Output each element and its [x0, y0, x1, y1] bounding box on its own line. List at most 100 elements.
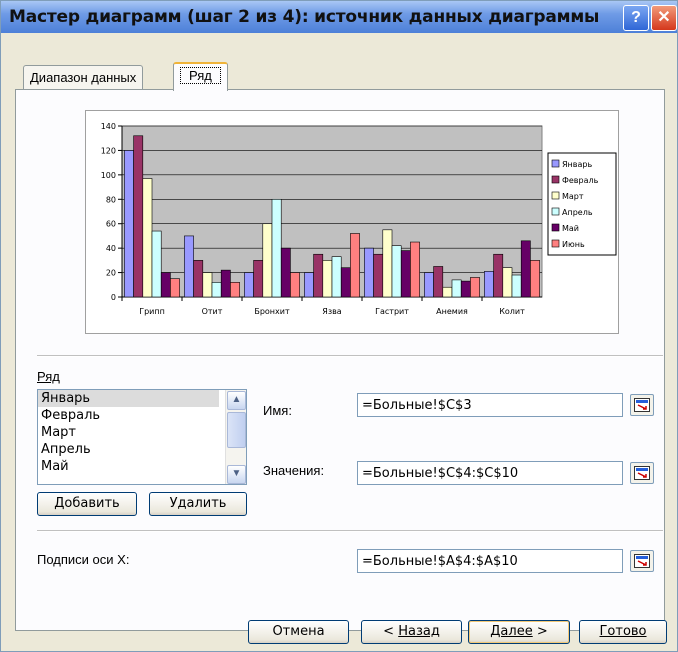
bar — [424, 272, 434, 298]
bar — [280, 247, 291, 298]
bar — [331, 256, 342, 298]
bar — [253, 260, 264, 298]
name-label: Имя: — [263, 403, 292, 418]
legend-swatch — [551, 223, 560, 232]
bar — [400, 250, 411, 298]
x-tick-label: Колит — [499, 307, 525, 316]
bar — [373, 253, 384, 298]
bar — [290, 272, 300, 298]
next-button-label: Далее — [490, 624, 533, 639]
next-button[interactable]: Далее > — [468, 620, 570, 644]
bar — [502, 267, 513, 298]
bar — [133, 135, 144, 298]
bar — [460, 280, 471, 298]
legend-label: Июнь — [562, 240, 585, 249]
bar — [442, 286, 453, 298]
bar — [193, 260, 204, 298]
help-button[interactable]: ? — [623, 5, 649, 31]
legend-label: Февраль — [562, 176, 599, 185]
legend-swatch — [551, 175, 560, 184]
series-list-item[interactable]: Февраль — [38, 407, 219, 424]
bar — [382, 229, 393, 298]
separator-bottom — [37, 530, 663, 532]
range-select-icon — [634, 398, 650, 412]
title-bar[interactable]: Мастер диаграмм (шаг 2 из 4): источник д… — [1, 1, 677, 33]
legend-swatch — [551, 239, 560, 248]
chart-wizard-window: Мастер диаграмм (шаг 2 из 4): источник д… — [0, 0, 678, 652]
y-tick-label: 60 — [106, 220, 116, 229]
x-tick-label: Бронхит — [254, 307, 290, 316]
range-select-icon — [634, 554, 650, 568]
cancel-button[interactable]: Отмена — [248, 620, 349, 644]
bar — [304, 272, 314, 298]
values-collapse-button[interactable] — [630, 462, 654, 484]
bar — [202, 272, 213, 298]
back-button[interactable]: < Назад — [361, 620, 462, 644]
finish-button-label: Готово — [599, 624, 647, 639]
bar — [391, 245, 402, 298]
series-list-items: Январь Февраль Март Апрель Май — [38, 390, 246, 475]
legend-swatch — [551, 191, 560, 200]
legend-label: Апрель — [562, 208, 593, 217]
y-tick-label: 140 — [101, 122, 116, 131]
tab-data-range[interactable]: Диапазон данных — [23, 65, 144, 90]
x-tick-label: Грипп — [139, 307, 165, 316]
x-tick-label: Анемия — [436, 307, 468, 316]
bar — [410, 241, 420, 298]
tab-series[interactable]: Ряд — [173, 62, 228, 91]
name-collapse-button[interactable] — [630, 394, 654, 416]
bar — [511, 274, 522, 298]
tab-series-label: Ряд — [180, 67, 221, 84]
series-list-item[interactable]: Январь — [38, 390, 219, 407]
x-tick-label: Отит — [202, 307, 223, 316]
bar — [350, 233, 360, 298]
x-labels-field[interactable]: =Больные!$A$4:$A$10 — [357, 549, 623, 573]
bar — [322, 260, 333, 298]
remove-series-button[interactable]: Удалить — [149, 492, 247, 516]
legend-swatch — [551, 207, 560, 216]
bar — [184, 235, 194, 298]
bar — [160, 272, 171, 298]
bar — [151, 230, 162, 298]
bar — [262, 223, 273, 298]
scroll-thumb[interactable] — [227, 412, 246, 448]
bar — [451, 279, 462, 298]
legend-label: Январь — [562, 160, 592, 169]
scroll-down-button[interactable]: ▼ — [227, 465, 246, 484]
bar — [530, 260, 540, 298]
y-tick-label: 80 — [106, 195, 116, 204]
bar — [124, 150, 134, 298]
bar — [313, 253, 324, 298]
bar — [340, 267, 351, 298]
series-list-item[interactable]: Апрель — [38, 441, 219, 458]
series-heading: Ряд — [37, 369, 60, 384]
series-list-scrollbar[interactable]: ▲ ▼ — [225, 390, 246, 484]
bar — [142, 178, 153, 298]
values-field[interactable]: =Больные!$C$4:$C$10 — [357, 461, 623, 485]
bar — [230, 282, 240, 298]
x-labels-collapse-button[interactable] — [630, 550, 654, 572]
values-label: Значения: — [263, 463, 325, 478]
bar — [220, 269, 231, 298]
close-button[interactable]: ✕ — [651, 5, 677, 31]
x-tick-label: Язва — [322, 307, 342, 316]
window-title: Мастер диаграмм (шаг 2 из 4): источник д… — [9, 7, 600, 27]
y-tick-label: 20 — [106, 269, 116, 278]
bar — [520, 240, 531, 298]
series-list-item[interactable]: Май — [38, 458, 219, 475]
name-field[interactable]: =Больные!$C$3 — [357, 393, 623, 417]
back-button-label: Назад — [398, 624, 440, 639]
series-listbox[interactable]: Январь Февраль Март Апрель Май ▲ ▼ — [37, 389, 247, 485]
bar — [470, 277, 480, 298]
x-tick-label: Гастрит — [375, 307, 409, 316]
legend-label: Март — [562, 192, 584, 201]
separator-top — [37, 355, 663, 357]
add-series-button[interactable]: Добавить — [37, 492, 137, 516]
chart-preview: 0 20 40 60 80 100 120 140 Грипп Отит Бронхит Язва Га… — [85, 110, 619, 334]
bar — [271, 198, 282, 298]
finish-button[interactable]: Готово — [579, 620, 667, 644]
scroll-up-button[interactable]: ▲ — [227, 391, 246, 410]
bar — [484, 271, 494, 298]
bar — [493, 253, 504, 298]
series-list-item[interactable]: Март — [38, 424, 219, 441]
